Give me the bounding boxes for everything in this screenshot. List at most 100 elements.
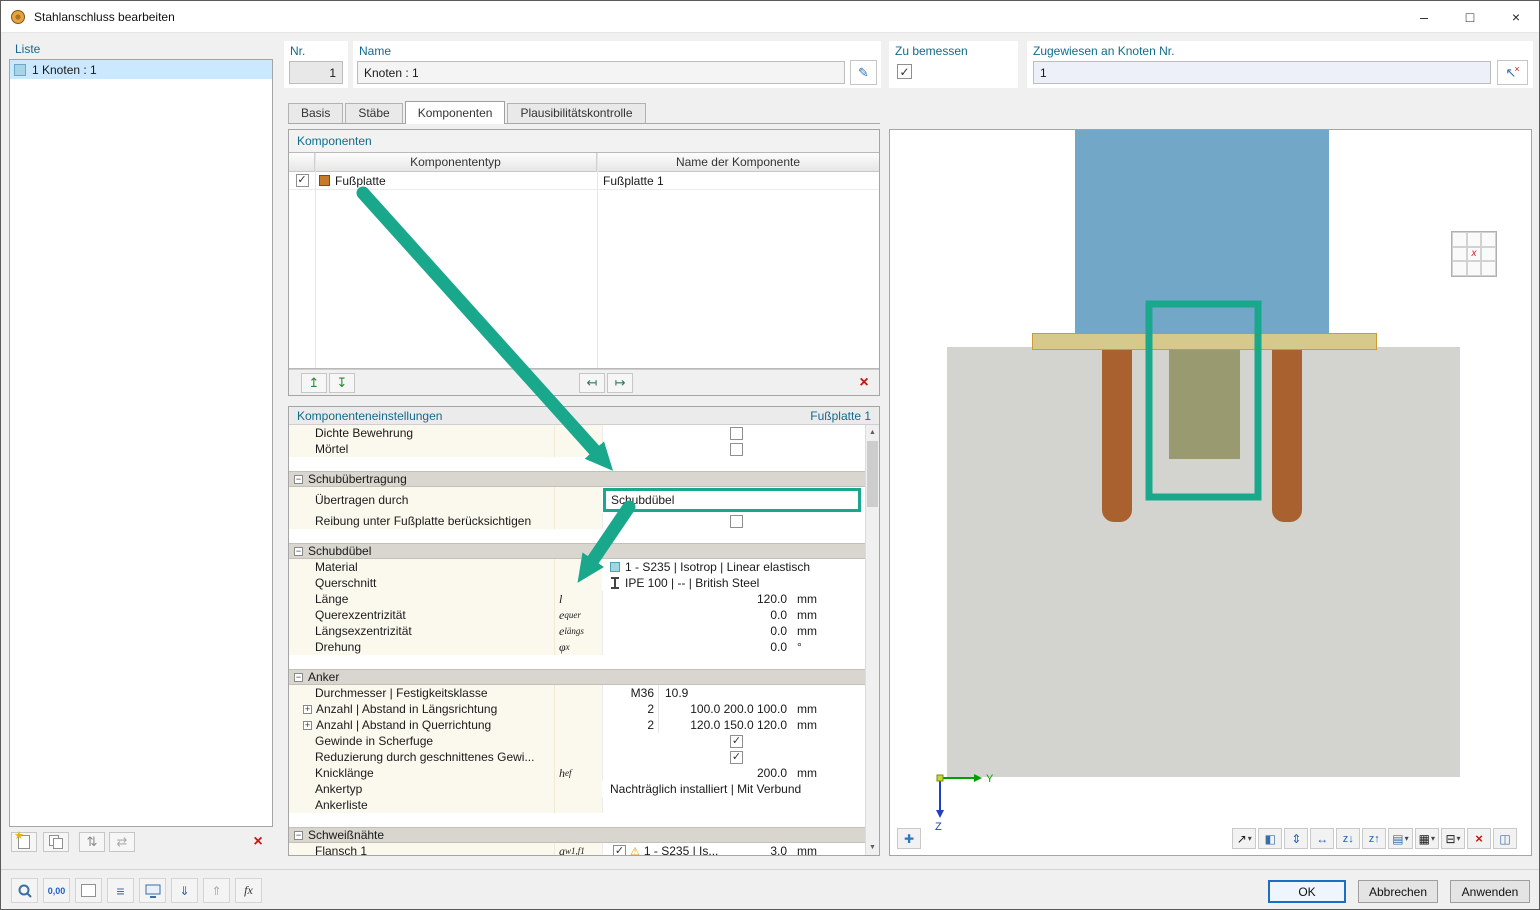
print-button[interactable]: ⊟ ▾ [1441,828,1465,849]
render-viewport[interactable]: x Y Z ✚ ↗ ▾ ◧ ⇕ ↔ z↓ z↑ ▤ ▾ ▦ ▾ ⊟ ▾ × ◫ [889,129,1532,856]
setting-row-moertel[interactable]: Mörtel [289,441,867,457]
setting-row-drehung[interactable]: Drehung φx 0.0 ° [289,639,867,655]
refresh-view-button[interactable] [139,878,166,903]
collapse-icon[interactable]: − [294,830,303,840]
settings-scrollbar[interactable]: ▲ ▼ [865,425,879,855]
copy-connection-button[interactable] [43,832,69,852]
group-schweissnaehte[interactable]: − Schweißnähte [289,827,867,843]
flansch-material-value[interactable]: 1 - S235 | Is... [644,844,770,855]
component-checkbox[interactable]: ✓ [295,174,309,187]
group-anker[interactable]: − Anker [289,669,867,685]
close-icon[interactable]: × [1493,1,1539,33]
abstand-quer-value[interactable]: 120.0 150.0 120.0 [658,717,792,733]
setting-row-material[interactable]: Material 1 - S235 | Isotrop | Linear ela… [289,559,867,575]
tab-komponenten[interactable]: Komponenten [404,101,506,124]
ok-button[interactable]: OK [1268,880,1346,903]
side-panel-button[interactable]: ◫ [1493,828,1517,849]
durchmesser-value[interactable]: M36 [603,686,658,700]
setting-row-flansch-1[interactable]: Flansch 1 a w1,f1 ✓ ⚠ 1 - S235 | Is... 3.… [289,843,867,855]
decimal-places-button[interactable]: 0,00 [43,878,70,903]
import-component-button[interactable]: ↤ [579,373,605,393]
design-checkbox[interactable]: ✓ [897,64,912,79]
insert-row-before-button[interactable]: ↥ [301,373,327,393]
cancel-button[interactable]: Abbrechen [1358,880,1438,903]
maximize-icon[interactable]: □ [1447,1,1493,33]
flansch-checkbox[interactable]: ✓ [613,844,626,855]
name-input[interactable]: Knoten : 1 [357,61,845,84]
expand-icon[interactable]: + [303,704,312,714]
setting-row-laenge[interactable]: Länge l 120.0 mm [289,591,867,607]
laenge-value[interactable]: 120.0 [603,592,792,606]
renumber-button[interactable]: ⇅ [79,832,105,852]
setting-row-reduzierung[interactable]: Reduzierung durch geschnittenes Gewi... … [289,749,867,765]
find-button[interactable] [11,878,38,903]
fit-vertical-button[interactable]: ⇕ [1284,828,1309,849]
gewinde-checkbox[interactable]: ✓ [730,734,743,748]
swap-button[interactable]: ⇄ [109,832,135,852]
querex-value[interactable]: 0.0 [603,608,792,622]
tab-plausibilitaetskontrolle[interactable]: Plausibilitätskontrolle [507,103,646,123]
view-direction-button[interactable]: ↗ ▾ [1232,828,1257,849]
delete-component-button[interactable]: × [851,373,877,393]
scroll-up-icon[interactable]: ▲ [866,425,879,440]
pan-view-button[interactable]: ✚ [897,828,921,849]
new-connection-button[interactable]: ★ [11,830,37,852]
expand-icon[interactable]: + [303,720,312,730]
transfer-settings-button[interactable]: ⇓ [171,878,198,903]
scrollbar-thumb[interactable] [867,441,878,507]
apply-button[interactable]: Anwenden [1450,880,1530,903]
color-swatch-button[interactable] [75,878,102,903]
setting-row-gewinde[interactable]: Gewinde in Scherfuge ✓ [289,733,867,749]
reibung-checkbox[interactable] [730,514,743,528]
festigkeitsklasse-value[interactable]: 10.9 [658,685,792,701]
tab-basis[interactable]: Basis [288,103,344,123]
insert-row-after-button[interactable]: ↧ [329,373,355,393]
zoom-out-z-button[interactable]: z↓ [1336,828,1361,849]
visibility-button[interactable]: ▤ ▾ [1388,828,1413,849]
group-schubuebertragung[interactable]: − Schubübertragung [289,471,867,487]
setting-row-anzahl-laengs[interactable]: + Anzahl | Abstand in Längsrichtung 2 100… [289,701,867,717]
render-mode-button[interactable]: ◧ [1258,828,1283,849]
collapse-icon[interactable]: − [294,546,303,556]
dichte-checkbox[interactable] [730,426,743,440]
component-row[interactable]: ✓ Fußplatte Fußplatte 1 [289,172,879,190]
pick-nodes-button[interactable]: ↖ × [1497,60,1528,85]
setting-row-reibung[interactable]: Reibung unter Fußplatte berücksichtigen [289,513,867,529]
setting-row-ankerliste[interactable]: Ankerliste [289,797,867,813]
setting-row-anzahl-quer[interactable]: + Anzahl | Abstand in Querrichtung 2 120.… [289,717,867,733]
tables-button[interactable]: ▦ ▾ [1414,828,1439,849]
setting-row-knicklaenge[interactable]: Knicklänge h ef 200.0 mm [289,765,867,781]
setting-row-querschnitt[interactable]: Querschnitt IPE 100 | -- | British Steel [289,575,867,591]
setting-row-durchmesser[interactable]: Durchmesser | Festigkeitsklasse M36 10.9 [289,685,867,701]
knicklaenge-value[interactable]: 200.0 [603,766,792,780]
abstand-laengs-value[interactable]: 100.0 200.0 100.0 [658,701,792,717]
setting-row-dichte-bewehrung[interactable]: Dichte Bewehrung [289,425,867,441]
apply-settings-button[interactable]: ⇑ [203,878,230,903]
assigned-nodes-input[interactable]: 1 [1033,61,1491,84]
minimize-icon[interactable]: – [1401,1,1447,33]
reduzierung-checkbox[interactable]: ✓ [730,750,743,764]
setting-row-querexzentrizitaet[interactable]: Querexzentrizität e quer 0.0 mm [289,607,867,623]
flansch-thickness-value[interactable]: 3.0 [770,844,792,855]
list-settings-button[interactable]: ≡ [107,878,134,903]
moertel-checkbox[interactable] [730,442,743,456]
anzahl-quer-value[interactable]: 2 [603,718,658,732]
list-item[interactable]: 1 Knoten : 1 [10,60,272,79]
delete-connection-button[interactable]: × [245,832,271,852]
uebertragen-durch-select[interactable]: Schubdübel [603,488,861,512]
group-schubduebel[interactable]: − Schubdübel [289,543,867,559]
scroll-down-icon[interactable]: ▼ [866,840,879,855]
anzahl-laengs-value[interactable]: 2 [603,702,658,716]
drehung-value[interactable]: 0.0 [603,640,792,654]
collapse-icon[interactable]: − [294,672,303,682]
tab-staebe[interactable]: Stäbe [345,103,403,123]
fit-horizontal-button[interactable]: ↔ [1310,828,1335,849]
collapse-icon[interactable]: − [294,474,303,484]
laengsex-value[interactable]: 0.0 [603,624,792,638]
zoom-in-z-button[interactable]: z↑ [1362,828,1387,849]
zoom-reset-button[interactable]: × [1467,828,1491,849]
ankertyp-value[interactable]: Nachträglich installiert | Mit Verbund [610,782,801,796]
setting-row-laengsexzentrizitaet[interactable]: Längsexzentrizität e längs 0.0 mm [289,623,867,639]
save-component-button[interactable]: ↦ [607,373,633,393]
edit-name-button[interactable]: ✎ [850,60,877,85]
